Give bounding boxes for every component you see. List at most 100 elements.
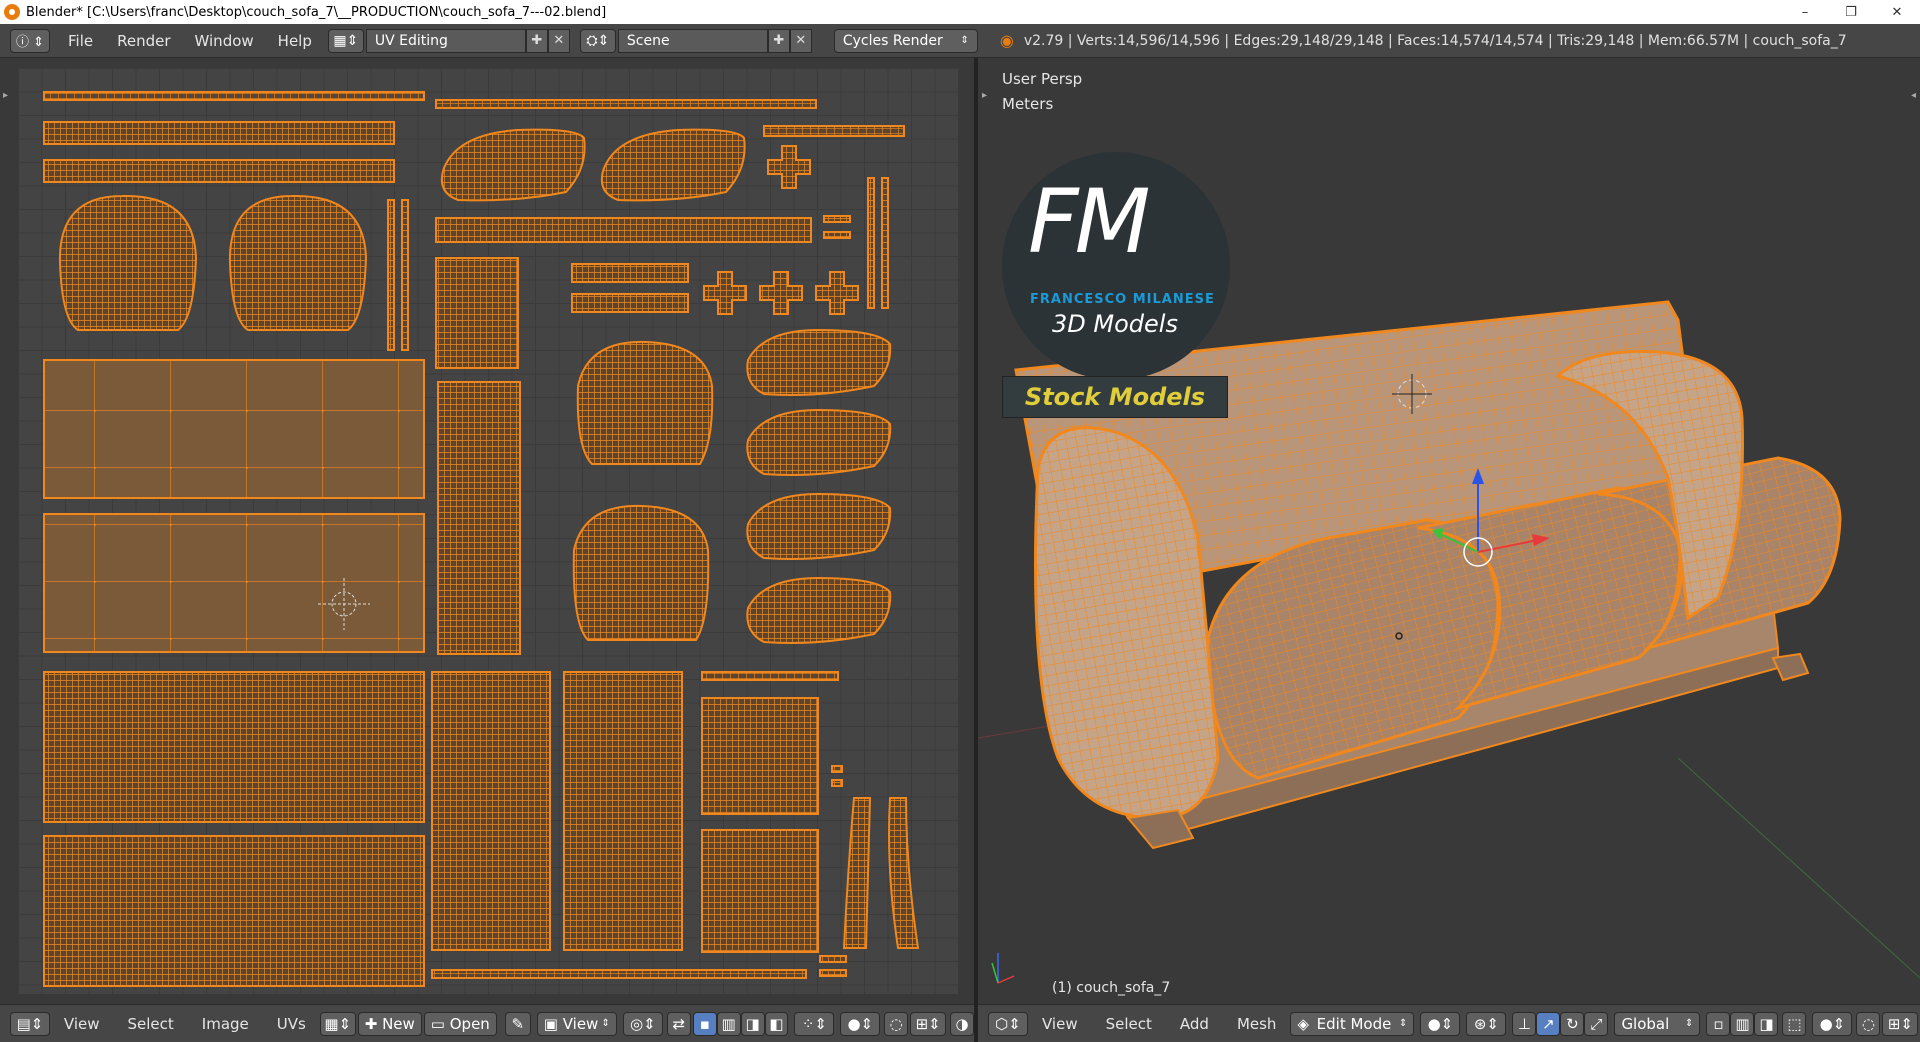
- menu-file[interactable]: File: [56, 32, 105, 50]
- edge-select-button[interactable]: ▥: [716, 1011, 741, 1036]
- proportional-edit-dropdown[interactable]: ●⇕: [840, 1011, 881, 1036]
- vertex-select-button[interactable]: ▪: [692, 1011, 717, 1036]
- edge-select-icon: ▥: [721, 1014, 736, 1033]
- scene-selector-icon[interactable]: ⛭⇕: [579, 28, 616, 53]
- remove-screen-icon[interactable]: ✕: [547, 28, 570, 53]
- render-engine-label: Cycles Render: [842, 32, 943, 49]
- view-mode-dropdown[interactable]: ▣ View ⇕: [536, 1011, 617, 1036]
- sticky-select-icon: ⁘⇕: [801, 1014, 827, 1033]
- overlay-icon: ◑: [955, 1014, 969, 1033]
- occlude-icon: ⬚: [1787, 1014, 1802, 1033]
- face-select-button[interactable]: ◨: [740, 1011, 765, 1036]
- screen-layout-field[interactable]: UV Editing: [365, 28, 526, 53]
- island-select-icon: ◧: [769, 1014, 784, 1033]
- add-scene-icon[interactable]: ✚: [767, 28, 790, 53]
- snap-element-icon: ⊞⇕: [915, 1014, 941, 1033]
- snap-element-dropdown[interactable]: ⊞⇕: [910, 1011, 947, 1036]
- sticky-select-dropdown[interactable]: ⁘⇕: [794, 1011, 835, 1036]
- rotate-icon: ↻: [1566, 1014, 1579, 1033]
- proportional-edit-icon: ●⇕: [847, 1014, 874, 1033]
- solid-shading-icon: ●⇕: [1427, 1014, 1454, 1033]
- uv-image-editor[interactable]: ▸: [0, 58, 974, 1004]
- pivot-icon: ◎⇕: [630, 1014, 656, 1033]
- magnet-icon: ◌: [1861, 1014, 1875, 1033]
- pivot-point-icon: ⊛⇕: [1473, 1014, 1499, 1033]
- menu-render[interactable]: Render: [105, 32, 182, 50]
- edge-select-mode[interactable]: ▥: [1730, 1011, 1755, 1036]
- window-title: Blender* [C:\Users\franc\Desktop\couch_s…: [26, 4, 607, 20]
- menu-uvs[interactable]: UVs: [263, 1015, 320, 1033]
- occlude-geometry-toggle[interactable]: ⬚: [1782, 1011, 1807, 1036]
- scene-statistics: v2.79 | Verts:14,596/14,596 | Edges:29,1…: [1023, 32, 1847, 49]
- menu-select[interactable]: Select: [114, 1015, 188, 1033]
- active-object-label: (1) couch_sofa_7: [1052, 980, 1171, 996]
- pivot-dropdown[interactable]: ◎⇕: [622, 1011, 663, 1036]
- remove-scene-icon[interactable]: ✕: [789, 28, 812, 53]
- editor-type-info-button[interactable]: ⓘ ⇕: [10, 28, 50, 53]
- translate-manipulator[interactable]: ↗: [1536, 1011, 1561, 1036]
- manipulator-icon: ⊥: [1517, 1014, 1531, 1033]
- pin-icon: ✎: [511, 1014, 525, 1033]
- snap-toggle[interactable]: ◌: [1856, 1011, 1881, 1036]
- island-select-button[interactable]: ◧: [764, 1011, 789, 1036]
- pivot-point-dropdown[interactable]: ⊛⇕: [1466, 1011, 1507, 1036]
- scale-manipulator[interactable]: ⤢: [1584, 1011, 1609, 1036]
- vertex-select-icon: ▪: [699, 1014, 710, 1033]
- render-engine-dropdown[interactable]: Cycles Render ⇕: [833, 28, 978, 53]
- open-image-button[interactable]: ▭ Open: [423, 1011, 497, 1036]
- scene-field[interactable]: Scene: [617, 28, 768, 53]
- image-browse-icon: ▦⇕: [324, 1014, 352, 1033]
- mode-label: Edit Mode: [1316, 1014, 1392, 1033]
- watermark-sub: 3D Models: [1052, 310, 1178, 338]
- menu-image[interactable]: Image: [188, 1015, 263, 1033]
- snap-toggle[interactable]: ◌: [884, 1011, 909, 1036]
- sync-selection-toggle[interactable]: ⇄: [666, 1011, 691, 1036]
- new-image-button[interactable]: ✚ New: [357, 1011, 422, 1036]
- watermark-banner: Stock Models: [1002, 376, 1228, 418]
- face-select-icon: ◨: [745, 1014, 760, 1033]
- menu-view[interactable]: View: [50, 1015, 114, 1033]
- edit-mode-icon: ◈: [1297, 1014, 1309, 1033]
- view-mode-icon: ▣: [543, 1014, 563, 1033]
- editor-type-3d-button[interactable]: ⬡⇕: [988, 1011, 1028, 1036]
- uv-grid[interactable]: [18, 68, 958, 994]
- face-select-mode[interactable]: ◨: [1754, 1011, 1779, 1036]
- menu-add[interactable]: Add: [1166, 1015, 1223, 1033]
- close-button[interactable]: ✕: [1874, 0, 1920, 24]
- add-screen-icon[interactable]: ✚: [525, 28, 548, 53]
- overlay-toggle[interactable]: ◑: [950, 1011, 975, 1036]
- proportional-edit-dropdown[interactable]: ●⇕: [1812, 1011, 1853, 1036]
- translate-arrow-icon: ↗: [1542, 1014, 1555, 1033]
- menu-mesh[interactable]: Mesh: [1223, 1015, 1291, 1033]
- rotate-manipulator[interactable]: ↻: [1560, 1011, 1585, 1036]
- watermark-logo-text: FM: [1028, 170, 1151, 273]
- vertex-select-mode[interactable]: ▫: [1706, 1011, 1731, 1036]
- scale-icon: ⤢: [1590, 1014, 1603, 1033]
- minimize-button[interactable]: –: [1782, 0, 1828, 24]
- image-browse-button[interactable]: ▦⇕: [319, 1011, 356, 1036]
- screen-layout-icon[interactable]: ▦⇕: [327, 28, 364, 53]
- new-image-label: New: [382, 1014, 415, 1033]
- menu-select[interactable]: Select: [1092, 1015, 1166, 1033]
- shading-dropdown[interactable]: ●⇕: [1420, 1011, 1461, 1036]
- magnet-icon: ◌: [889, 1014, 903, 1033]
- editor-type-image-button[interactable]: ▤⇕: [10, 1011, 50, 1036]
- orientation-label: Global: [1621, 1014, 1670, 1033]
- viewport-footer: ⬡⇕ View Select Add Mesh ◈ Edit Mode ⇕ ●⇕ ⊛…: [978, 1004, 1920, 1042]
- open-image-label: Open: [449, 1014, 490, 1033]
- snap-element-dropdown[interactable]: ⊞⇕: [1882, 1011, 1919, 1036]
- window-titlebar: Blender* [C:\Users\franc\Desktop\couch_s…: [0, 0, 1920, 24]
- menu-view[interactable]: View: [1028, 1015, 1092, 1033]
- proportional-edit-icon: ●⇕: [1819, 1014, 1846, 1033]
- toolshelf-toggle-icon[interactable]: ▸: [3, 90, 8, 101]
- face-select-icon: ◨: [1759, 1014, 1774, 1033]
- menu-help[interactable]: Help: [266, 32, 324, 50]
- 3d-viewport[interactable]: ▸ ◂ User Persp Meters FM FRANCESCO MILAN…: [978, 58, 1920, 1004]
- orientation-dropdown[interactable]: Global ⇕: [1614, 1011, 1701, 1036]
- menu-window[interactable]: Window: [183, 32, 266, 50]
- view-mode-label: View: [562, 1014, 599, 1033]
- pin-image-button[interactable]: ✎: [504, 1011, 531, 1036]
- mode-dropdown[interactable]: ◈ Edit Mode ⇕: [1290, 1011, 1415, 1036]
- manipulator-toggle[interactable]: ⊥: [1512, 1011, 1537, 1036]
- restore-button[interactable]: ❐: [1828, 0, 1874, 24]
